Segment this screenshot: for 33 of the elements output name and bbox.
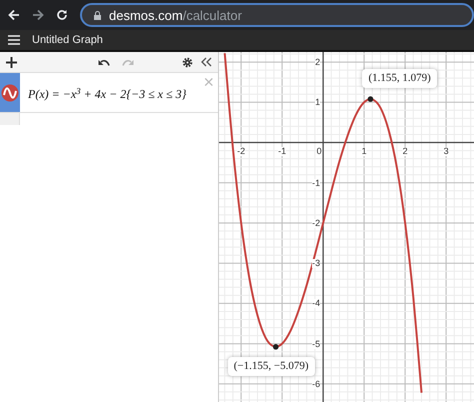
- lock-icon: [94, 10, 101, 20]
- url-text: desmos.com/calculator: [109, 8, 242, 22]
- point-marker[interactable]: [272, 344, 279, 350]
- x-tick-label: 1: [362, 146, 367, 156]
- wave-icon[interactable]: [1, 84, 19, 102]
- x-tick-label: 2: [402, 146, 408, 156]
- y-tick-label: -1: [312, 178, 320, 188]
- add-icon[interactable]: [6, 56, 17, 68]
- back-icon[interactable]: [8, 9, 20, 21]
- point-label: (1.155, 1.079): [362, 69, 437, 88]
- collapse-icon[interactable]: [201, 57, 212, 67]
- forward-icon[interactable]: [32, 9, 44, 21]
- expression-tab[interactable]: [0, 73, 20, 112]
- y-tick-label: -4: [312, 299, 320, 308]
- x-tick-label: -1: [278, 146, 286, 156]
- y-tick-label: 1: [315, 98, 320, 108]
- x-tick-label: -2: [237, 146, 246, 156]
- origin-label: 0: [316, 146, 322, 156]
- point-marker[interactable]: [368, 96, 374, 102]
- y-tick-label: -5: [312, 340, 320, 349]
- y-tick-label: -3: [312, 259, 320, 268]
- undo-icon[interactable]: [98, 58, 110, 66]
- settings-icon[interactable]: [182, 56, 193, 68]
- y-tick-label: -2: [312, 218, 320, 228]
- menu-icon[interactable]: [8, 35, 20, 45]
- expression-formula[interactable]: P(x) = −x$^{3}$ + 4x − 2{−3 ≤ x ≤ 3}: [20, 73, 186, 112]
- address-bar[interactable]: desmos.com/calculator: [80, 3, 474, 27]
- y-tick-label: 2: [315, 58, 320, 68]
- graph-title[interactable]: Untitled Graph: [32, 32, 103, 48]
- x-tick-label: 3: [444, 146, 449, 156]
- reload-icon[interactable]: [56, 9, 68, 21]
- y-tick-label: -6: [312, 380, 320, 389]
- point-label: (−1.155, −5.079): [228, 356, 314, 376]
